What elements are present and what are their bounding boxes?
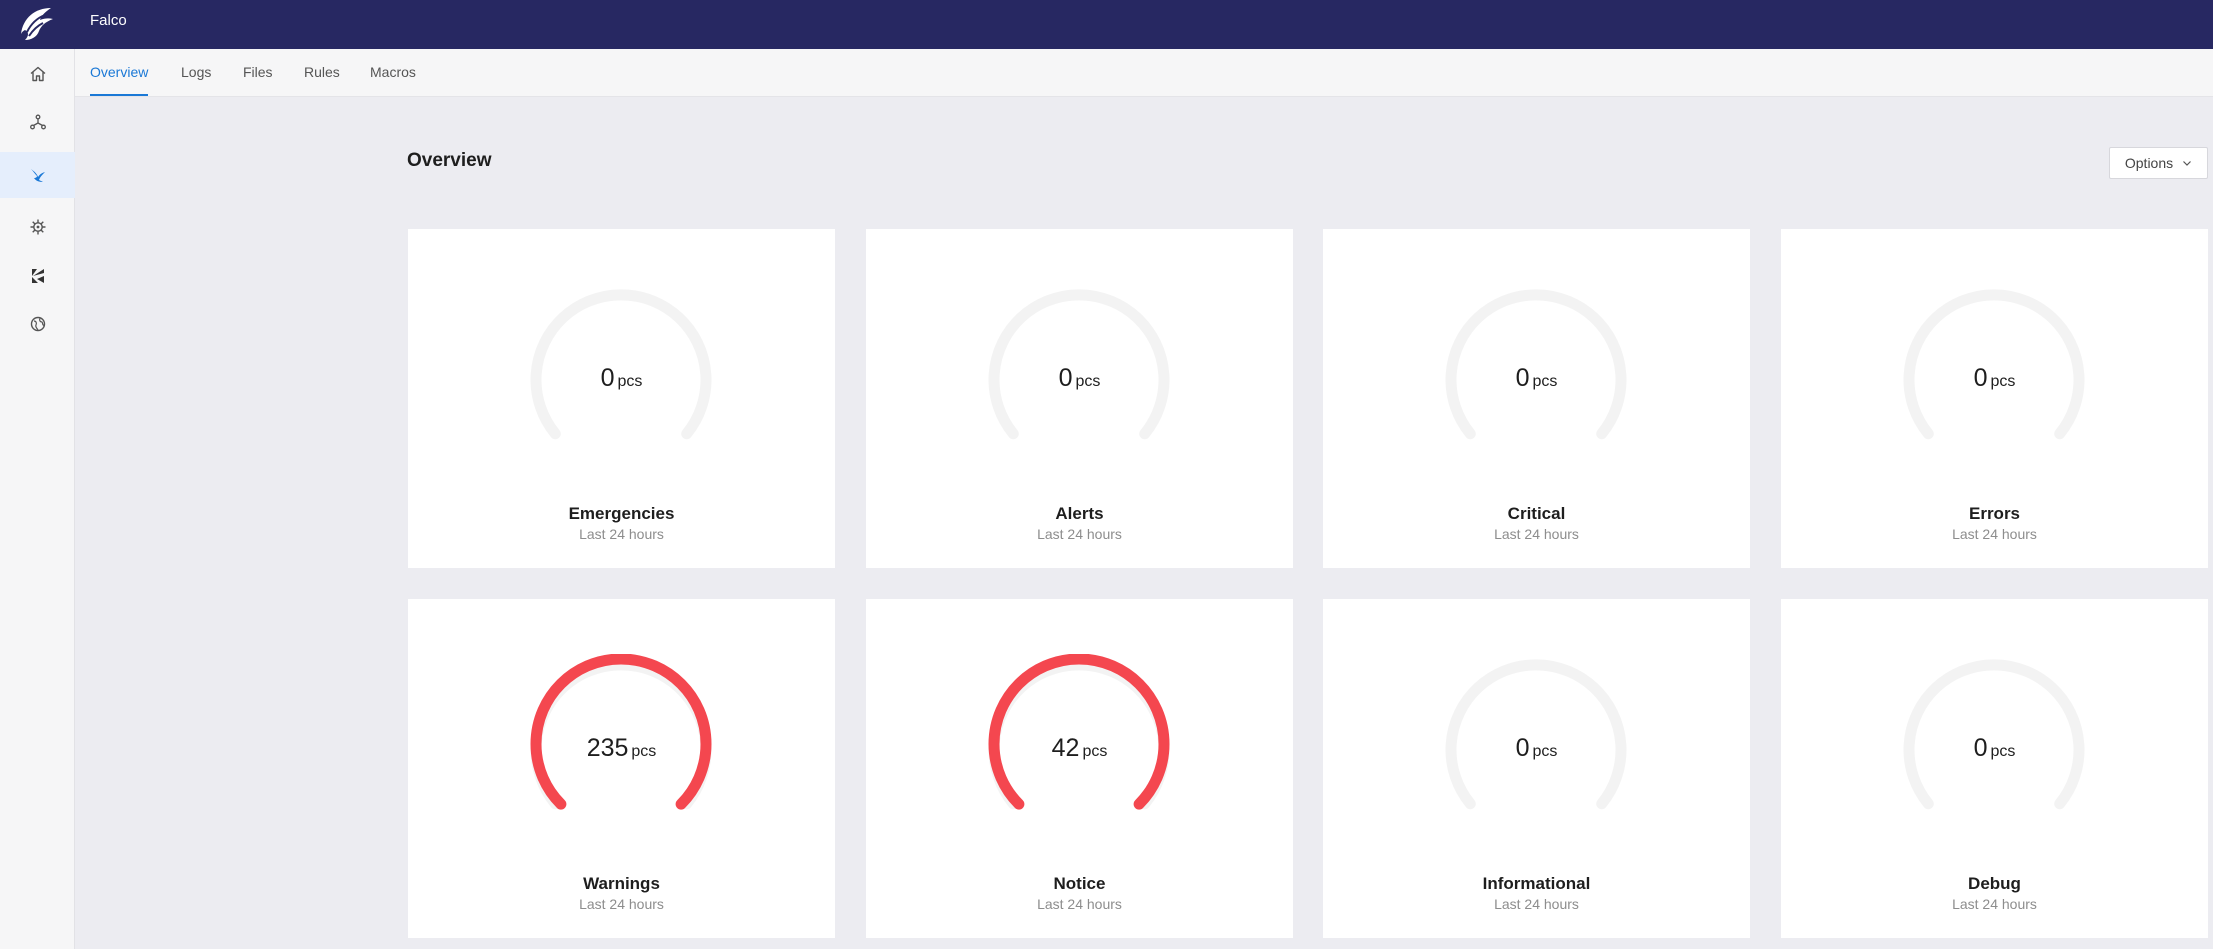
- count-value: 42: [1051, 734, 1080, 762]
- count-value: 0: [1515, 364, 1530, 392]
- gauge-value: 0 pcs: [1323, 734, 1750, 763]
- count-value: 0: [1973, 364, 1988, 392]
- stat-card-notice: 42 pcs Notice Last 24 hours: [866, 599, 1293, 938]
- card-title: Informational: [1482, 874, 1591, 893]
- kubernetes-k-icon: [31, 269, 44, 283]
- sidebar-item-home[interactable]: [0, 51, 75, 97]
- globe-icon: [30, 316, 45, 332]
- card-title: Emergencies: [568, 504, 675, 523]
- card-title: Warnings: [583, 874, 660, 893]
- count-unit: pcs: [1075, 373, 1101, 390]
- gauge-value: 0 pcs: [1323, 364, 1750, 393]
- card-title: Critical: [1507, 504, 1566, 523]
- count-value: 0: [1058, 364, 1073, 392]
- tab-logs[interactable]: Logs: [181, 64, 211, 80]
- stat-card-emergencies: 0 pcs Emergencies Last 24 hours: [408, 229, 835, 568]
- home-icon: [30, 66, 45, 82]
- gauge-value: 0 pcs: [1781, 364, 2208, 393]
- gauge-value: 0 pcs: [1781, 734, 2208, 763]
- card-subtitle: Last 24 hours: [1952, 896, 2037, 912]
- helm-icon: [30, 219, 45, 235]
- stat-card-critical: 0 pcs Critical Last 24 hours: [1323, 229, 1750, 568]
- card-subtitle: Last 24 hours: [1494, 526, 1579, 542]
- count-value: 235: [586, 734, 629, 762]
- count-unit: pcs: [631, 743, 657, 760]
- card-subtitle: Last 24 hours: [579, 526, 664, 542]
- sidebar: [0, 49, 75, 949]
- chevron-down-icon: [2183, 161, 2192, 166]
- falco-logo-icon[interactable]: [15, 4, 55, 42]
- sidebar-item-globe[interactable]: [0, 301, 75, 347]
- card-subtitle: Last 24 hours: [1494, 896, 1579, 912]
- sidebar-item-helm[interactable]: [0, 204, 75, 250]
- options-button[interactable]: Options: [2109, 147, 2208, 179]
- cluster-icon: [29, 114, 46, 130]
- page-title: Overview: [407, 150, 492, 171]
- stat-card-debug: 0 pcs Debug Last 24 hours: [1781, 599, 2208, 938]
- card-subtitle: Last 24 hours: [1037, 526, 1122, 542]
- count-value: 0: [1973, 734, 1988, 762]
- stat-card-warnings: 235 pcs Warnings Last 24 hours: [408, 599, 835, 938]
- gauge-value: 235 pcs: [408, 734, 835, 763]
- count-unit: pcs: [617, 373, 643, 390]
- tab-macros[interactable]: Macros: [370, 64, 416, 80]
- sidebar-item-cluster[interactable]: [0, 99, 75, 145]
- tab-rules[interactable]: Rules: [304, 64, 340, 80]
- stat-card-alerts: 0 pcs Alerts Last 24 hours: [866, 229, 1293, 568]
- stat-card-informational: 0 pcs Informational Last 24 hours: [1323, 599, 1750, 938]
- tab-files[interactable]: Files: [243, 64, 273, 80]
- count-unit: pcs: [1082, 743, 1108, 760]
- gauge-fill: [530, 654, 712, 810]
- card-subtitle: Last 24 hours: [1037, 896, 1122, 912]
- sidebar-item-kubernetes[interactable]: [0, 253, 75, 299]
- sidebar-item-falco[interactable]: [0, 152, 75, 198]
- gauge-value: 0 pcs: [408, 364, 835, 393]
- count-unit: pcs: [1532, 373, 1558, 390]
- falco-icon: [30, 169, 45, 182]
- card-title: Errors: [1968, 504, 2021, 523]
- gauge-value: 42 pcs: [866, 734, 1293, 763]
- card-title: Notice: [1053, 874, 1106, 893]
- card-title: Alerts: [1055, 504, 1104, 523]
- count-unit: pcs: [1532, 743, 1558, 760]
- count-unit: pcs: [1990, 373, 2016, 390]
- top-bar: Falco: [0, 0, 2213, 49]
- stat-card-errors: 0 pcs Errors Last 24 hours: [1781, 229, 2208, 568]
- card-subtitle: Last 24 hours: [1952, 526, 2037, 542]
- count-value: 0: [600, 364, 615, 392]
- card-title: Debug: [1968, 874, 2021, 893]
- count-value: 0: [1515, 734, 1530, 762]
- gauge-value: 0 pcs: [866, 364, 1293, 393]
- active-tab-indicator: [90, 94, 148, 96]
- app-title: Falco: [90, 12, 127, 29]
- count-unit: pcs: [1990, 743, 2016, 760]
- tab-overview[interactable]: Overview: [90, 64, 148, 80]
- card-subtitle: Last 24 hours: [579, 896, 664, 912]
- gauge-fill: [988, 654, 1170, 810]
- options-label: Options: [2124, 155, 2174, 171]
